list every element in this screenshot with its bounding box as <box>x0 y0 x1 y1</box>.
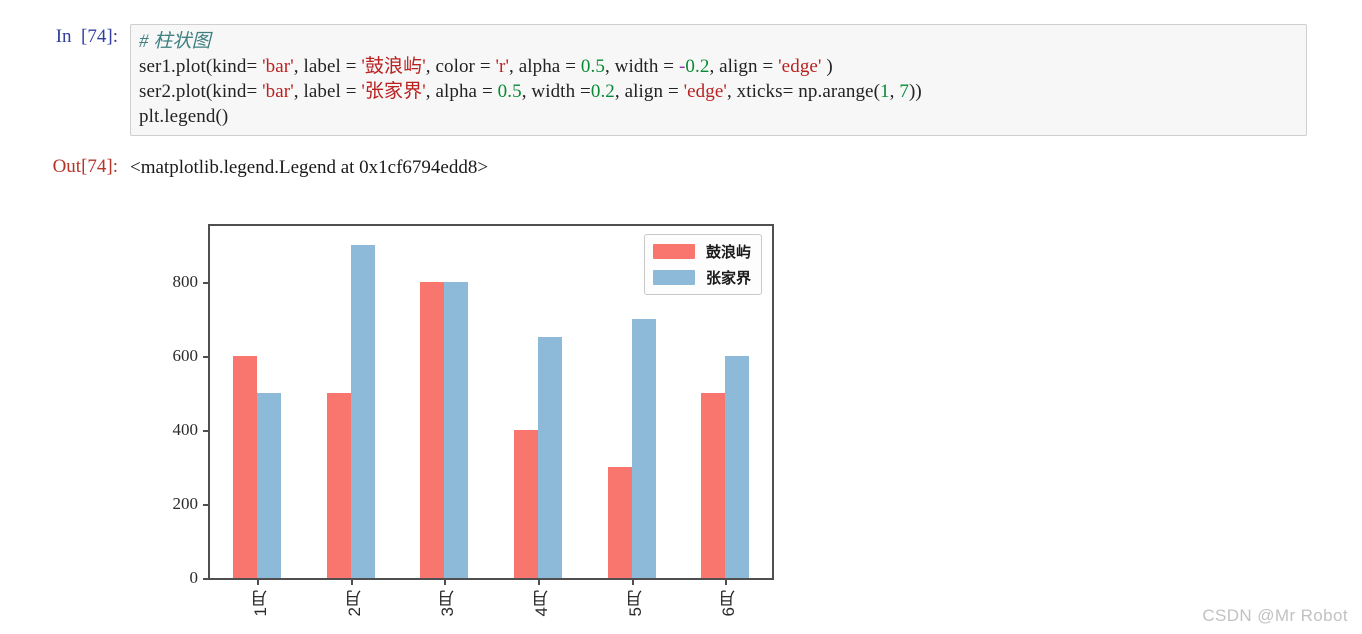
bar-张家界-5月 <box>631 318 656 578</box>
code-token-str: '鼓浪屿' <box>361 56 426 77</box>
code-token-num: 1 <box>880 81 890 102</box>
bar-张家界-1月 <box>256 392 281 578</box>
code-line-1: # 柱状图 <box>139 29 1300 54</box>
code-line-3: ser2.plot(kind= 'bar', label = '张家界', al… <box>139 79 1300 104</box>
legend-swatch-icon <box>652 270 695 285</box>
code-token-comment: # 柱状图 <box>139 31 211 52</box>
notebook-container: In [74]: # 柱状图 ser1.plot(kind= 'bar', la… <box>0 0 1362 180</box>
code-token-name: ser1.plot(kind= <box>139 56 263 77</box>
matplotlib-figure: 0 200 400 600 800 1月 2月 3月 4月 5月 6月 鼓浪屿 张家界 <box>160 206 820 626</box>
code-token-num: 0.5 <box>580 56 605 77</box>
code-token-str: '张家界' <box>361 81 426 102</box>
code-token-str: 'edge' <box>778 56 822 77</box>
bar-鼓浪屿-3月 <box>420 281 445 578</box>
code-token-num: 7 <box>899 81 909 102</box>
code-token-name: )) <box>908 81 922 102</box>
code-line-2: ser1.plot(kind= 'bar', label = '鼓浪屿', co… <box>139 54 1300 79</box>
code-token-name: plt.legend() <box>139 106 229 127</box>
y-tick-mark <box>203 429 210 432</box>
code-token-num: 0.2 <box>590 81 615 102</box>
x-tick-label: 4月 <box>531 590 551 617</box>
code-token-name: ) <box>821 56 833 77</box>
code-token-name: , align = <box>709 56 779 77</box>
code-token-name: ser2.plot(kind= <box>139 81 263 102</box>
code-cell[interactable]: In [74]: # 柱状图 ser1.plot(kind= 'bar', la… <box>0 24 1362 136</box>
x-tick-mark <box>631 578 634 585</box>
legend-label: 张家界 <box>705 270 751 287</box>
code-token-num: 0.5 <box>497 81 522 102</box>
code-token-name: , label = <box>293 56 362 77</box>
y-tick-mark <box>203 578 210 580</box>
bar-鼓浪屿-6月 <box>701 392 726 578</box>
y-tick-label: 800 <box>172 271 199 291</box>
code-token-name: , width = <box>604 56 679 77</box>
watermark-text: CSDN @Mr Robot <box>1202 606 1348 625</box>
bar-鼓浪屿-5月 <box>607 466 632 578</box>
code-token-str: 'edge' <box>683 81 727 102</box>
x-tick-label: 5月 <box>625 590 645 617</box>
code-token-name: , width = <box>521 81 591 102</box>
y-tick-mark <box>203 355 210 358</box>
bar-张家界-4月 <box>537 337 562 578</box>
bar-张家界-6月 <box>725 355 750 578</box>
bar-鼓浪屿-1月 <box>232 355 257 578</box>
plot-axes: 0 200 400 600 800 1月 2月 3月 4月 5月 6月 鼓浪屿 张家界 <box>173 224 774 616</box>
code-token-name: , align = <box>614 81 684 102</box>
x-tick-label: 6月 <box>719 590 739 617</box>
bar-张家界-2月 <box>350 244 375 578</box>
x-tick-label: 3月 <box>438 590 458 617</box>
code-token-num: 0.2 <box>685 56 710 77</box>
y-tick-label: 200 <box>172 493 199 513</box>
legend-item: 鼓浪屿 <box>652 241 751 262</box>
code-editor[interactable]: # 柱状图 ser1.plot(kind= 'bar', label = '鼓浪… <box>130 24 1307 136</box>
y-tick-mark <box>203 281 210 284</box>
chart-legend[interactable]: 鼓浪屿 张家界 <box>643 234 762 295</box>
code-token-name: , label = <box>293 81 362 102</box>
bar-张家界-3月 <box>444 281 469 578</box>
y-tick-label: 400 <box>172 419 199 439</box>
bar-鼓浪屿-4月 <box>513 429 538 578</box>
output-cell: Out[74]: <matplotlib.legend.Legend at 0x… <box>0 154 1362 180</box>
output-prompt: Out[74]: <box>52 156 118 177</box>
y-tick-label: 0 <box>189 568 199 587</box>
x-tick-mark <box>256 578 259 585</box>
code-token-name: , color = <box>425 56 496 77</box>
legend-label: 鼓浪屿 <box>705 244 751 261</box>
code-token-name: , alpha = <box>425 81 498 102</box>
output-repr-text: <matplotlib.legend.Legend at 0x1cf6794ed… <box>130 157 489 178</box>
code-token-name: , alpha = <box>509 56 581 77</box>
code-token-str: 'r' <box>495 56 509 77</box>
bar-鼓浪屿-2月 <box>326 392 351 578</box>
y-tick-mark <box>203 503 210 506</box>
code-token-name: , xticks= np.arange( <box>726 81 881 102</box>
legend-item: 张家界 <box>652 267 751 288</box>
legend-swatch-icon <box>652 244 695 259</box>
x-tick-mark <box>350 578 353 585</box>
x-tick-mark <box>537 578 540 585</box>
code-line-4: plt.legend() <box>139 104 1300 129</box>
y-tick-label: 600 <box>172 345 199 365</box>
x-tick-label: 2月 <box>344 590 364 617</box>
x-tick-mark <box>444 578 447 585</box>
code-token-str: 'bar' <box>262 56 294 77</box>
x-tick-label: 1月 <box>250 590 270 617</box>
x-tick-mark <box>725 578 728 585</box>
input-prompt: In [74]: <box>55 26 118 47</box>
code-token-name: , <box>889 81 900 102</box>
code-token-str: 'bar' <box>262 81 294 102</box>
